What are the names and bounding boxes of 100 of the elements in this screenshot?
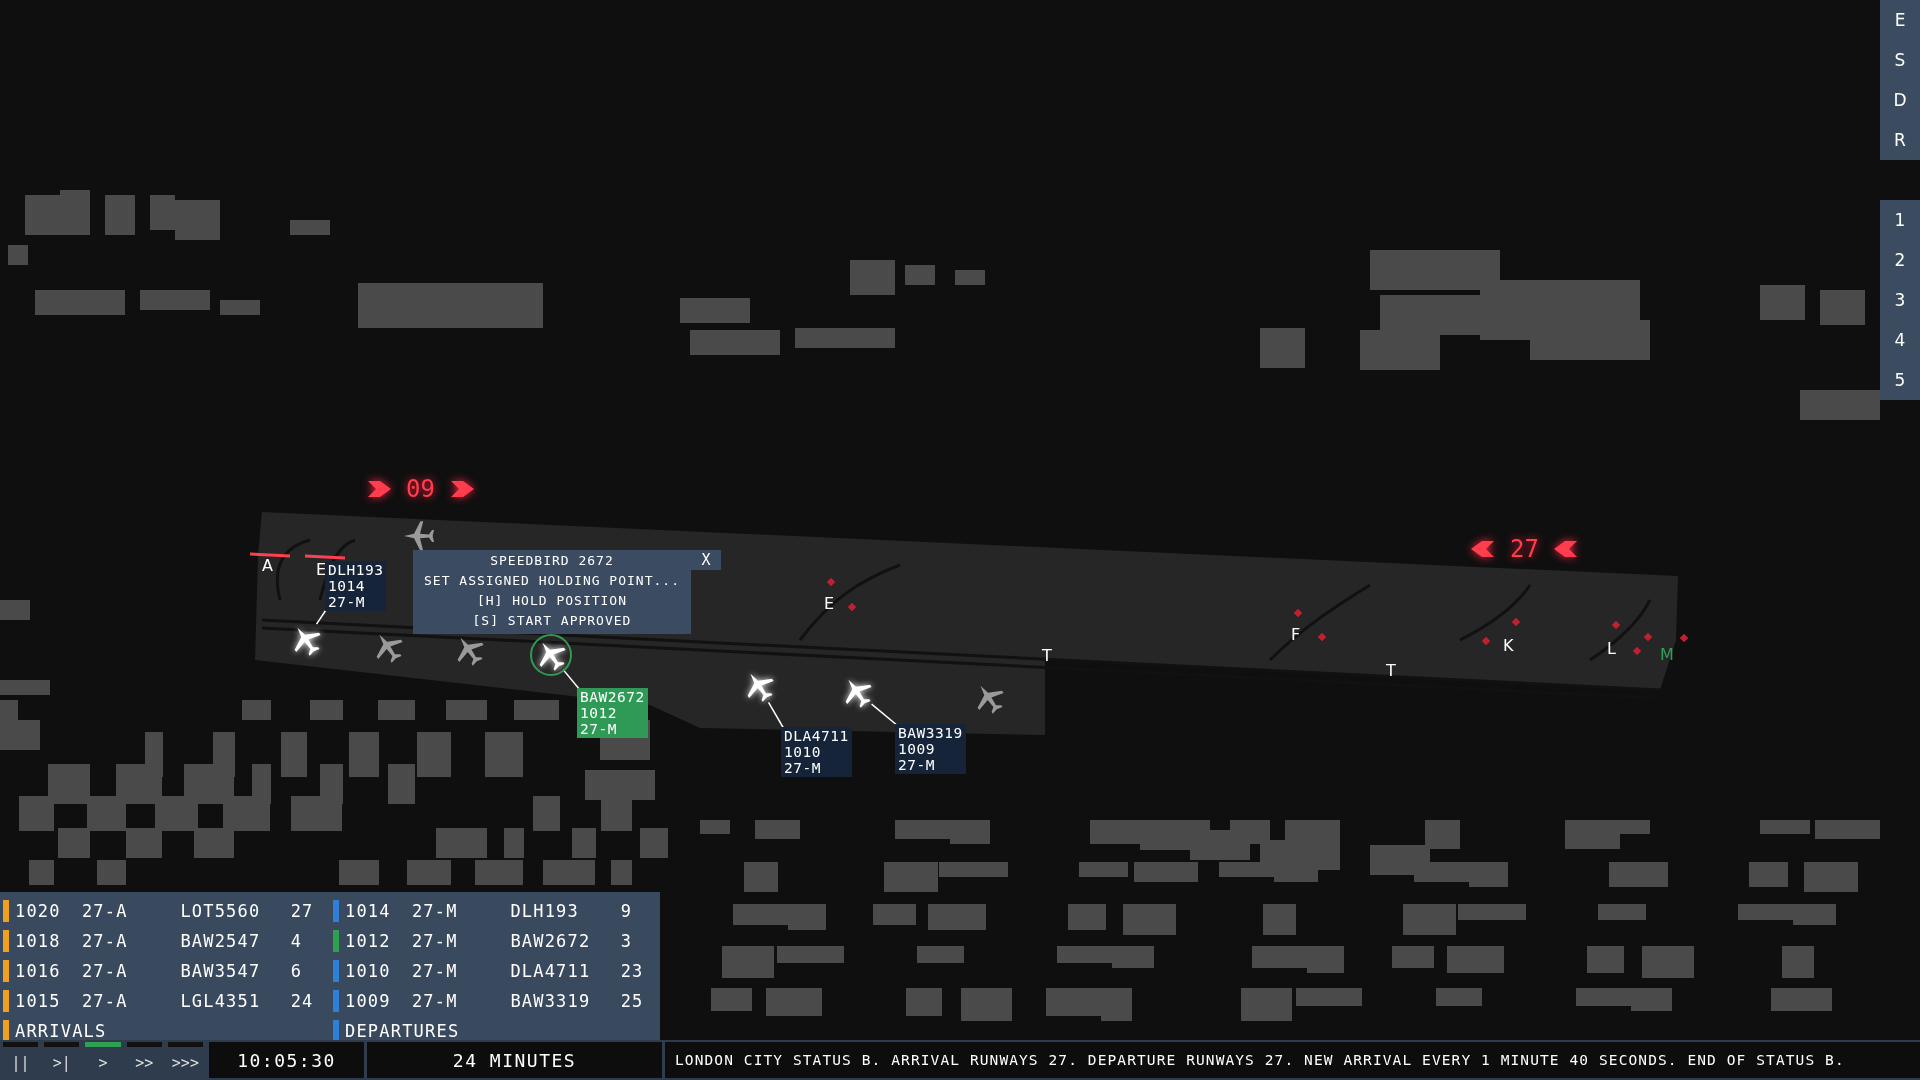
strip-cell[interactable]: 24: [290, 991, 330, 1011]
building: [97, 860, 126, 885]
aircraft-tag[interactable]: BAW3319 1009 27-M: [895, 724, 966, 774]
strip-cell[interactable]: 1020: [15, 901, 82, 921]
strip-cell[interactable]: 27-M: [411, 931, 511, 951]
building: [1436, 988, 1482, 1006]
menu-item[interactable]: [S] START APPROVED: [472, 611, 632, 631]
strip-cell[interactable]: 1010: [345, 961, 412, 981]
strip-cell[interactable]: 1012: [345, 931, 412, 951]
strip-cell[interactable]: LOT5560: [180, 901, 291, 921]
building: [1820, 290, 1865, 325]
aircraft-tag[interactable]: BAW2672 1012 27-M: [577, 688, 648, 738]
strip-cell[interactable]: 27-M: [411, 901, 511, 921]
building: [711, 988, 752, 1011]
menu-title: SPEEDBIRD 2672: [490, 552, 614, 570]
building: [126, 828, 162, 858]
strip-cell[interactable]: BAW3319: [510, 991, 621, 1011]
building: [1598, 904, 1646, 920]
building: [407, 860, 451, 885]
taxiway-label: M: [1660, 645, 1674, 664]
speed-button[interactable]: ||: [3, 1048, 39, 1078]
building: [378, 700, 415, 720]
strip-cell[interactable]: 23: [620, 961, 660, 981]
building: [1771, 988, 1832, 1011]
strip-cell[interactable]: 1009: [345, 991, 412, 1011]
strip-cell[interactable]: 1018: [15, 931, 82, 951]
leader-line: [767, 701, 785, 730]
side-button[interactable]: E: [1880, 0, 1920, 40]
building: [1392, 946, 1434, 968]
strip-cell[interactable]: 1015: [15, 991, 82, 1011]
taxiway-label: L: [1607, 639, 1616, 658]
building: [446, 700, 487, 720]
side-button[interactable]: 2: [1880, 240, 1920, 280]
building: [8, 245, 28, 265]
strip-cell[interactable]: 27-M: [411, 991, 511, 1011]
menu-item[interactable]: SET ASSIGNED HOLDING POINT...: [424, 571, 680, 591]
tag-text: 1010: [784, 744, 822, 760]
building: [475, 860, 523, 885]
building: [1760, 285, 1805, 320]
building: [1068, 904, 1106, 930]
building: [281, 732, 307, 777]
building: [485, 732, 523, 777]
side-button[interactable]: 5: [1880, 360, 1920, 400]
side-button[interactable]: R: [1880, 120, 1920, 160]
side-button[interactable]: 3: [1880, 280, 1920, 320]
menu-item[interactable]: [H] HOLD POSITION: [476, 591, 628, 611]
tag-text: 27-M: [898, 757, 936, 773]
building: [29, 860, 54, 885]
building: [1609, 862, 1668, 887]
strip-cell[interactable]: DLH193: [510, 901, 621, 921]
speed-button[interactable]: >: [85, 1048, 121, 1078]
side-button[interactable]: S: [1880, 40, 1920, 80]
tag-text: DLA4711: [784, 728, 849, 744]
building: [417, 732, 451, 777]
speed-button[interactable]: >>: [126, 1048, 162, 1078]
building: [1403, 904, 1456, 935]
building: [514, 700, 559, 720]
aircraft-tag[interactable]: DLA4711 1010 27-M: [781, 727, 852, 777]
strip-cell[interactable]: 1016: [15, 961, 82, 981]
strip-cell[interactable]: 9: [620, 901, 660, 921]
taxiway-label: T: [1042, 646, 1052, 665]
strip-cell[interactable]: 1014: [345, 901, 412, 921]
aircraft-tag[interactable]: DLH193 1014 27-M: [325, 561, 387, 611]
strip-cell[interactable]: 27-A: [81, 901, 181, 921]
strip-cell[interactable]: 27-M: [411, 961, 511, 981]
taxiway-label: F: [1291, 625, 1301, 644]
strip-cell[interactable]: 27-A: [81, 991, 181, 1011]
strip-cell[interactable]: 6: [290, 961, 330, 981]
strip-cell[interactable]: BAW2547: [180, 931, 291, 951]
strip-cell[interactable]: 27: [290, 901, 330, 921]
strip-cell[interactable]: 4: [290, 931, 330, 951]
side-button[interactable]: 4: [1880, 320, 1920, 360]
building: [850, 260, 895, 295]
speed-button[interactable]: >>>: [167, 1048, 203, 1078]
taxiway-label: A: [262, 556, 273, 575]
building: [1296, 988, 1362, 1006]
building: [906, 988, 942, 1016]
strip-cell[interactable]: 25: [620, 991, 660, 1011]
strip-cell[interactable]: DLA4711: [510, 961, 621, 981]
building: [504, 828, 524, 858]
strip-cell[interactable]: 3: [620, 931, 660, 951]
strip-cell[interactable]: 27-A: [81, 961, 181, 981]
side-button[interactable]: D: [1880, 80, 1920, 120]
close-button[interactable]: X: [691, 550, 721, 570]
strip-cell[interactable]: 27-A: [81, 931, 181, 951]
speed-button[interactable]: >|: [44, 1048, 80, 1078]
building: [1079, 862, 1128, 877]
building: [0, 600, 30, 620]
building: [105, 195, 135, 235]
strip-cell[interactable]: BAW3547: [180, 961, 291, 981]
building: [242, 700, 271, 720]
side-button[interactable]: 1: [1880, 200, 1920, 240]
building: [744, 862, 778, 892]
building: [873, 904, 916, 925]
tag-text: BAW2672: [580, 689, 645, 705]
building: [680, 298, 750, 323]
building: [60, 190, 90, 235]
strip-cell[interactable]: BAW2672: [510, 931, 621, 951]
strip-cell[interactable]: LGL4351: [180, 991, 291, 1011]
taxiway-label: E: [824, 594, 835, 613]
